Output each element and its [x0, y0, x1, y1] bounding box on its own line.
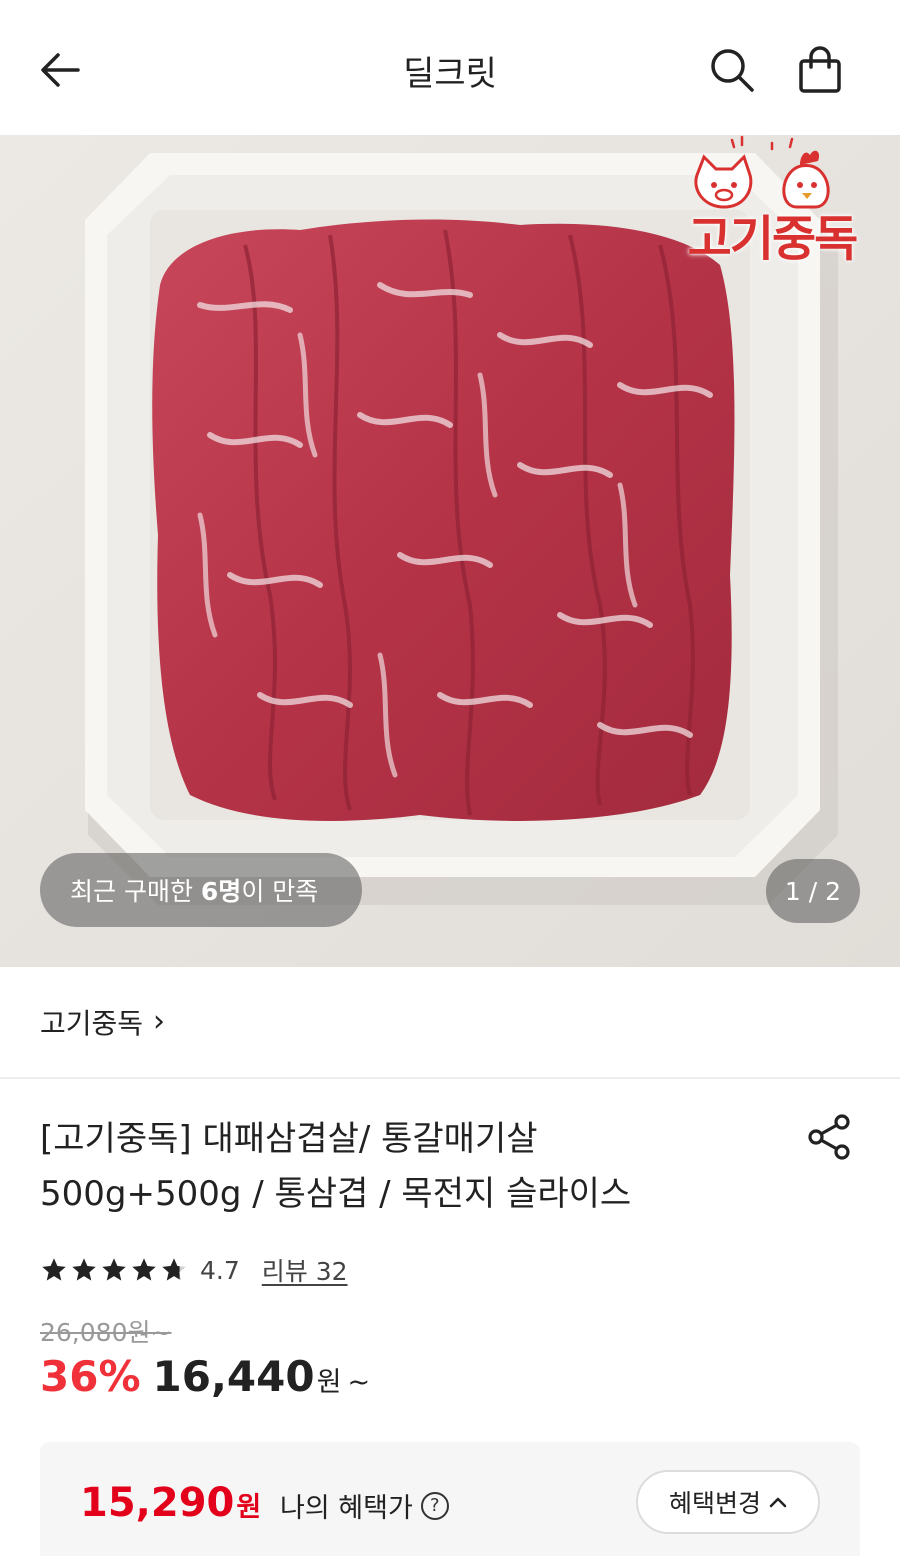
product-title: [고기중독] 대패삼겹살/ 통갈매기살 500g+500g / 통삼겹 / 목전…: [40, 1112, 760, 1222]
product-title-line-1: [고기중독] 대패삼겹살/ 통갈매기살: [40, 1119, 538, 1159]
logo-text: 고기중독: [687, 211, 859, 267]
cart-button[interactable]: [790, 40, 850, 100]
star-rating: [40, 1256, 188, 1284]
satisfaction-badge: 최근 구매한 6명 이 만족: [40, 853, 362, 927]
seller-link[interactable]: 고기중독 ›: [40, 1002, 165, 1042]
benefit-label: 나의 혜택가 ?: [280, 1486, 449, 1525]
benefit-label-text: 나의 혜택가: [280, 1493, 413, 1524]
price-unit: 원: [316, 1367, 342, 1398]
discount-rate: 36%: [40, 1352, 141, 1401]
benefit-price: 15,290 원: [80, 1480, 261, 1526]
sale-price-row: 36% 16,440 원 ~: [40, 1352, 370, 1401]
image-counter: 1 / 2: [766, 859, 860, 923]
search-icon: [711, 49, 754, 92]
page-title: 딜크릿: [403, 54, 497, 94]
review-link[interactable]: 리뷰 32: [262, 1252, 348, 1288]
help-icon[interactable]: ?: [420, 1491, 449, 1520]
benefit-price-unit: 원: [236, 1492, 262, 1523]
star-icon: [42, 1258, 66, 1281]
original-price: 26,080원~: [40, 1318, 172, 1347]
product-image-carousel[interactable]: 고기중독 최근 구매한 6명 이 만족 1 / 2: [0, 135, 900, 967]
top-header: 딜크릿: [0, 0, 900, 135]
satisfaction-prefix: 최근 구매한: [70, 877, 201, 906]
star-icon: [132, 1258, 156, 1281]
star-icon: [102, 1258, 126, 1281]
brand-logo: 고기중독: [672, 135, 872, 275]
shopping-bag-icon: [799, 46, 841, 93]
rating-row: 4.7 리뷰 32: [40, 1252, 348, 1288]
share-icon: [808, 1114, 850, 1160]
benefit-price-value: 15,290: [80, 1480, 235, 1526]
seller-name: 고기중독: [40, 1007, 144, 1040]
share-button[interactable]: [804, 1112, 854, 1162]
star-icon: [72, 1258, 96, 1281]
section-divider: [0, 1077, 900, 1079]
chevron-up-icon: [769, 1497, 787, 1508]
price-tilde: ~: [347, 1367, 371, 1398]
satisfaction-suffix: 이 만족: [241, 877, 319, 906]
star-icon: [162, 1258, 186, 1281]
satisfaction-count: 6명: [200, 877, 242, 906]
product-title-line-2: 500g+500g / 통삼겹 / 목전지 슬라이스: [40, 1174, 632, 1214]
chevron-right-icon: ›: [153, 1004, 166, 1039]
change-benefit-button[interactable]: 혜택변경: [636, 1470, 820, 1534]
rating-value: 4.7: [200, 1255, 240, 1285]
change-benefit-label: 혜택변경: [668, 1489, 761, 1518]
search-button[interactable]: [702, 40, 762, 100]
benefit-price-box: 15,290 원 나의 혜택가 ? 혜택변경: [40, 1442, 860, 1556]
sale-price: 16,440: [152, 1352, 315, 1401]
